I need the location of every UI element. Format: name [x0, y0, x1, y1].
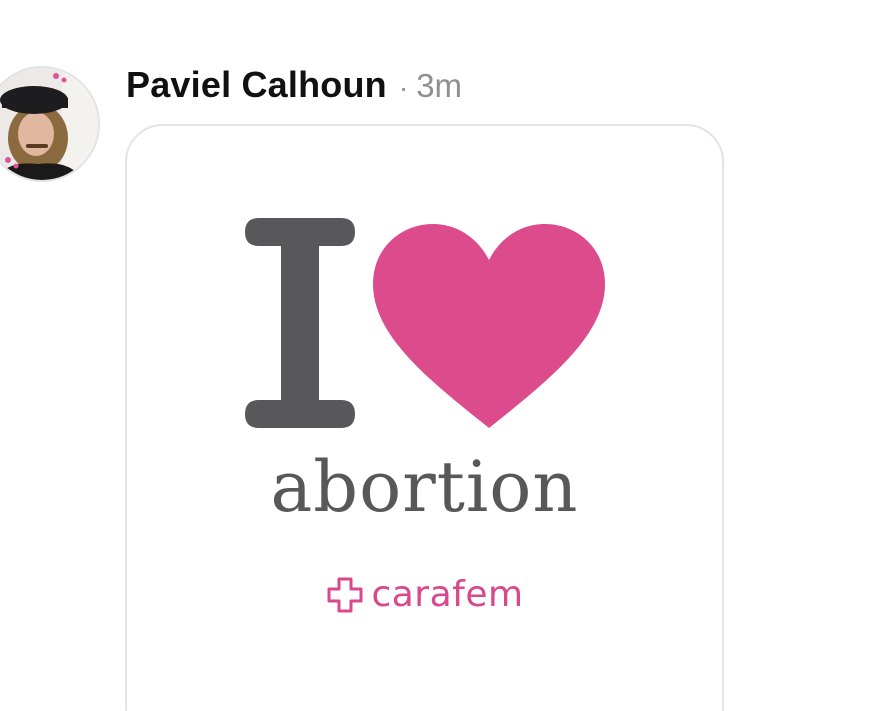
post-header: Paviel Calhoun · 3m — [126, 64, 462, 106]
avatar-photo — [0, 68, 98, 180]
carafem-cross-icon — [327, 577, 363, 612]
headline-letter-i — [245, 218, 355, 428]
headline-word: abortion — [270, 446, 579, 528]
author-name[interactable]: Paviel Calhoun — [126, 64, 387, 106]
post-image[interactable]: abortion carafem — [125, 124, 724, 711]
brand-name: carafem — [371, 574, 524, 615]
avatar[interactable] — [0, 66, 100, 182]
post: Paviel Calhoun · 3m abortion carafem — [0, 0, 877, 711]
brand-logo: carafem — [127, 574, 722, 615]
heart-icon — [373, 224, 605, 428]
separator-dot: · — [398, 72, 409, 103]
post-timestamp[interactable]: 3m — [416, 67, 462, 105]
